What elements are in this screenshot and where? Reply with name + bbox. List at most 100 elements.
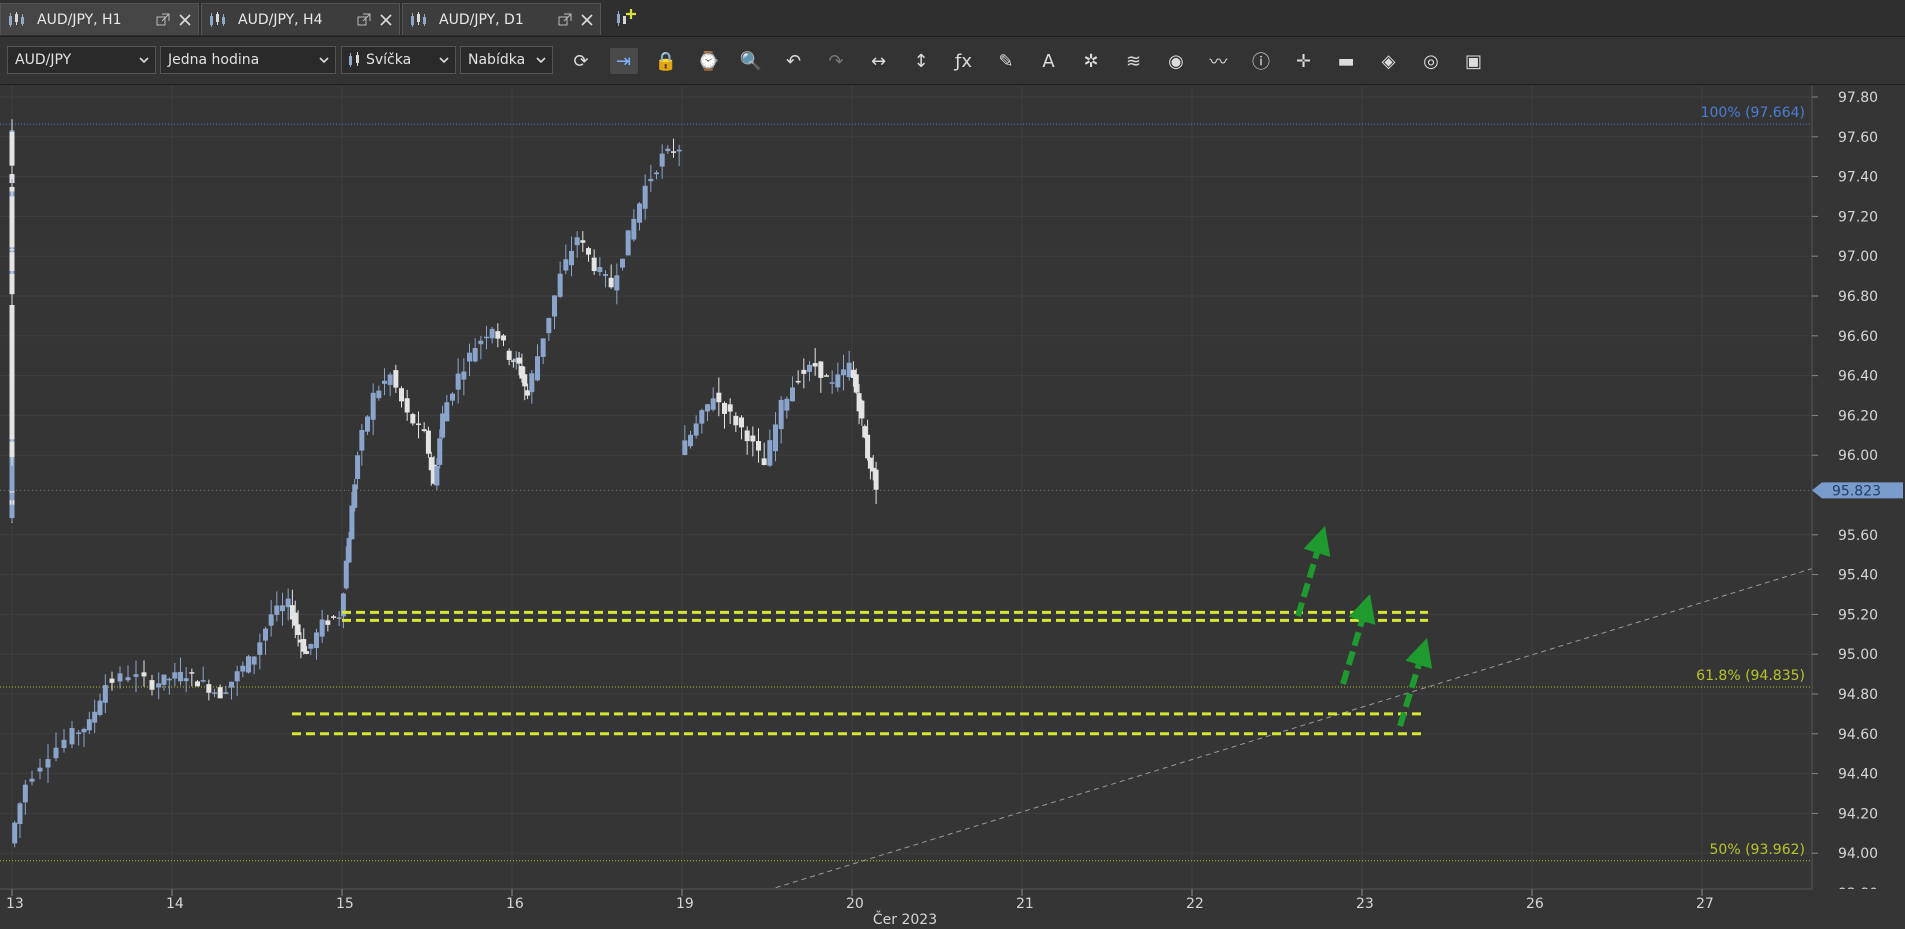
candle-body (859, 400, 865, 419)
candle-body (292, 612, 298, 626)
instrument-select[interactable]: AUD/JPY (7, 46, 156, 74)
y-tick-label: 94.20 (1838, 806, 1878, 822)
candle-body (76, 732, 82, 735)
trendline[interactable] (758, 568, 1813, 894)
candle-body (9, 504, 15, 519)
zoom-price-icon[interactable]: 🔍 (737, 48, 765, 74)
tab-audjpy-h4[interactable]: AUD/JPY, H4 (201, 3, 400, 35)
x-tick-label: 26 (1526, 896, 1544, 912)
candle-body (631, 218, 637, 240)
close-icon[interactable] (379, 13, 393, 27)
candles-icon (210, 11, 225, 27)
fib-level-label: 61.8% (94.835) (1696, 668, 1805, 684)
layers-icon[interactable]: ≋ (1120, 48, 1148, 74)
x-tick-label: 21 (1016, 896, 1034, 912)
redo-icon[interactable]: ↷ (822, 48, 850, 74)
time-axis[interactable] (0, 889, 1905, 929)
add-chart-icon[interactable] (614, 8, 636, 28)
candle-body (472, 348, 478, 362)
chart-canvas[interactable]: 100% (97.664)61.8% (94.835)50% (93.962) … (0, 86, 1905, 929)
arrows (1295, 526, 1433, 727)
candle-body (867, 457, 873, 469)
vertical-resize-icon[interactable]: ↕ (907, 48, 935, 74)
tab-audjpy-d1[interactable]: AUD/JPY, D1 (402, 3, 601, 35)
y-tick-label: 94.60 (1838, 727, 1878, 743)
indicator-fx-icon[interactable]: ƒx (950, 48, 978, 74)
lock-icon[interactable]: 🔒 (652, 48, 680, 74)
text-tool-icon[interactable]: A (1035, 48, 1063, 74)
x-tick-label: 13 (6, 896, 24, 912)
undo-icon[interactable]: ↶ (780, 48, 808, 74)
info-icon[interactable]: ⓘ (1247, 48, 1275, 74)
candle-body (853, 374, 859, 393)
paint-icon[interactable]: ◈ (1375, 48, 1403, 74)
candle-body (9, 433, 15, 440)
x-tick-label: 27 (1696, 896, 1714, 912)
x-tick-label: 14 (166, 896, 184, 912)
candle-body (29, 778, 35, 782)
close-icon[interactable] (178, 13, 192, 27)
zoom-time-icon[interactable]: ⌚ (695, 48, 723, 74)
y-tick-label: 96.40 (1838, 369, 1878, 385)
chevron-down-icon (319, 57, 329, 64)
candle-body (552, 295, 557, 317)
eye-icon[interactable]: ◉ (1162, 48, 1190, 74)
chart-type-select[interactable]: Svíčka (341, 46, 456, 74)
candle-body (818, 361, 824, 378)
close-icon[interactable] (580, 13, 594, 27)
candle-body (331, 616, 336, 618)
candle-body (301, 639, 307, 652)
support-zones[interactable] (292, 610, 1428, 736)
candle-body (829, 382, 835, 384)
candle-body (569, 250, 574, 266)
chevron-down-icon (439, 57, 449, 64)
candle-body (325, 620, 331, 625)
candle-body (461, 371, 467, 380)
tab-label: AUD/JPY, H4 (238, 11, 323, 28)
detach-icon[interactable] (357, 13, 371, 27)
y-tick-label: 96.00 (1838, 448, 1878, 464)
price-side-select[interactable]: Nabídka (460, 46, 553, 74)
tab-audjpy-h1[interactable]: AUD/JPY, H1 (0, 3, 199, 35)
candle-body (349, 505, 355, 540)
refresh-icon[interactable]: ⟳ (567, 48, 595, 74)
candle-body (223, 692, 229, 694)
candle-body (97, 700, 103, 715)
candle-body (212, 692, 217, 694)
candle-body (109, 678, 115, 683)
x-tick-label: 23 (1356, 896, 1374, 912)
detach-icon[interactable] (558, 13, 572, 27)
detach-icon[interactable] (156, 13, 170, 27)
pencil-icon[interactable]: ✎ (992, 48, 1020, 74)
candle-body (370, 392, 376, 420)
candle-body (268, 614, 274, 626)
horizontal-resize-icon[interactable]: ↔ (865, 48, 893, 74)
candle-body (784, 398, 790, 411)
candle-body (778, 399, 784, 430)
candle-body (614, 275, 620, 291)
shift-chart-icon[interactable]: ⇥ (609, 48, 638, 74)
crosshair-icon[interactable]: ✛ (1290, 48, 1318, 74)
period-select[interactable]: Jedna hodina (160, 46, 336, 74)
trendline-segment[interactable] (758, 568, 1813, 894)
up-arrow-shaft (1340, 619, 1365, 685)
candle-body (756, 441, 761, 451)
candle-body (790, 387, 795, 402)
candle-body (251, 656, 257, 665)
candles (9, 119, 879, 848)
price-side-value: Nabídka (468, 52, 526, 68)
y-tick-label: 95.40 (1838, 568, 1878, 584)
candle-body (841, 369, 846, 376)
candle-body (873, 469, 879, 490)
y-tick-label: 97.20 (1838, 209, 1878, 225)
compare-icon[interactable]: 〰 (1205, 48, 1233, 74)
save-icon[interactable]: ▣ (1460, 48, 1488, 74)
chart-type-value: Svíčka (366, 52, 412, 68)
candle-body (665, 148, 671, 152)
candle-body (835, 374, 841, 388)
pattern-icon[interactable]: ✲ (1077, 48, 1105, 74)
volume-icon[interactable]: ▬ (1332, 48, 1360, 74)
candle-body (546, 318, 552, 334)
candle-body (495, 331, 501, 339)
autoscale-icon[interactable]: ◎ (1417, 48, 1445, 74)
